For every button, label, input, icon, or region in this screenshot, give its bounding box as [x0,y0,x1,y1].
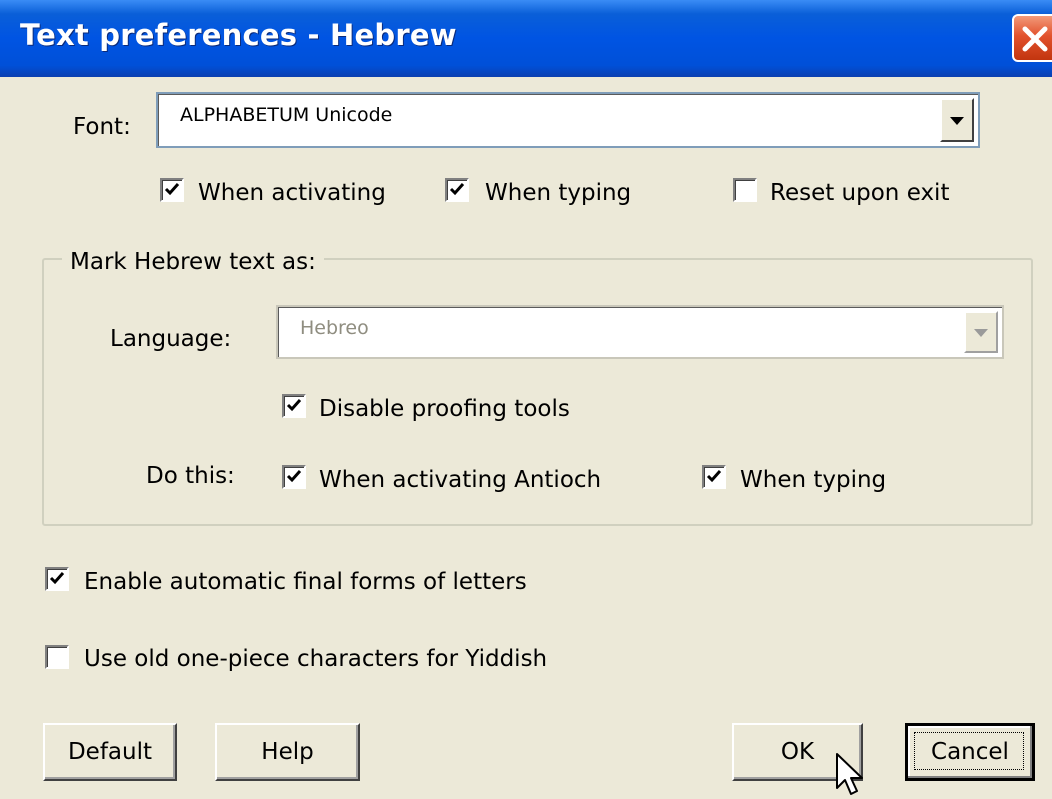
font-select-value: ALPHABETUM Unicode [180,104,393,126]
final-forms-label[interactable]: Enable automatic final forms of letters [84,569,527,595]
cancel-button[interactable]: Cancel [905,723,1035,781]
group-when-typing-checkbox[interactable] [702,465,726,489]
checkmark-icon [49,572,65,585]
when-activating-checkbox[interactable] [160,178,184,202]
close-button[interactable] [1012,14,1052,62]
final-forms-checkbox[interactable] [45,567,69,591]
chevron-down-icon [974,329,988,337]
font-label: Font: [73,114,131,140]
window-title: Text preferences - Hebrew [20,18,457,52]
font-dropdown-button[interactable] [940,98,974,142]
title-bar[interactable]: Text preferences - Hebrew [0,0,1052,77]
default-button[interactable]: Default [43,723,177,781]
help-button[interactable]: Help [215,723,360,781]
language-label: Language: [110,326,232,352]
language-select[interactable]: Hebreo [276,305,1004,359]
mark-hebrew-legend: Mark Hebrew text as: [62,249,324,275]
reset-upon-exit-checkbox[interactable] [733,178,757,202]
checkmark-icon [286,399,302,412]
reset-upon-exit-label[interactable]: Reset upon exit [770,180,949,206]
when-activating-label[interactable]: When activating [198,180,386,206]
close-icon [1022,26,1048,52]
yiddish-checkbox[interactable] [45,645,69,669]
language-select-value: Hebreo [300,317,369,339]
chevron-down-icon [950,117,964,125]
checkmark-icon [164,183,180,196]
disable-proofing-checkbox[interactable] [282,394,306,418]
mouse-cursor-icon [836,753,863,795]
checkmark-icon [449,183,465,196]
when-typing-label[interactable]: When typing [485,180,631,206]
when-activating-antioch-checkbox[interactable] [282,465,306,489]
checkmark-icon [286,470,302,483]
when-typing-checkbox[interactable] [445,178,469,202]
yiddish-label[interactable]: Use old one-piece characters for Yiddish [84,646,547,672]
group-when-typing-label[interactable]: When typing [740,467,886,493]
when-activating-antioch-label[interactable]: When activating Antioch [319,467,601,493]
checkmark-icon [706,470,722,483]
font-select[interactable]: ALPHABETUM Unicode [156,92,980,148]
language-dropdown-button[interactable] [964,311,998,353]
focus-ring [914,732,1024,770]
disable-proofing-label[interactable]: Disable proofing tools [319,396,570,422]
do-this-label: Do this: [146,463,235,489]
